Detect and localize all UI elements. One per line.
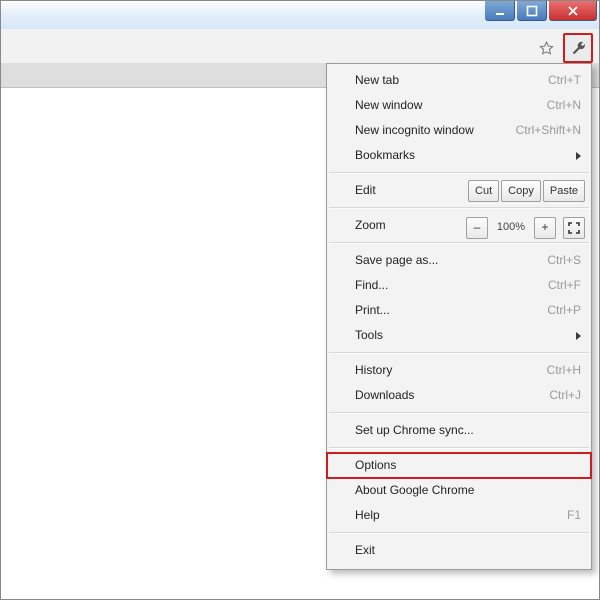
menu-shortcut: Ctrl+H bbox=[547, 358, 581, 383]
zoom-out-button[interactable]: – bbox=[466, 217, 488, 239]
menu-shortcut: Ctrl+T bbox=[548, 68, 581, 93]
menu-label: Tools bbox=[355, 328, 383, 342]
menu-separator bbox=[329, 447, 589, 449]
menu-label: New incognito window bbox=[355, 123, 474, 137]
menu-item-print[interactable]: Print... Ctrl+P bbox=[327, 298, 591, 323]
zoom-level: 100% bbox=[491, 215, 531, 240]
window-titlebar bbox=[1, 1, 599, 30]
menu-label: Help bbox=[355, 508, 380, 522]
menu-shortcut: F1 bbox=[567, 503, 581, 528]
minimize-button[interactable] bbox=[485, 1, 515, 21]
menu-label: Find... bbox=[355, 278, 388, 292]
menu-label: Bookmarks bbox=[355, 148, 415, 162]
paste-button[interactable]: Paste bbox=[543, 180, 585, 202]
menu-item-exit[interactable]: Exit bbox=[327, 538, 591, 563]
submenu-arrow-icon bbox=[576, 332, 581, 340]
menu-shortcut: Ctrl+P bbox=[547, 298, 581, 323]
menu-item-bookmarks[interactable]: Bookmarks bbox=[327, 143, 591, 168]
submenu-arrow-icon bbox=[576, 152, 581, 160]
menu-label: Edit bbox=[355, 183, 376, 197]
copy-button[interactable]: Copy bbox=[501, 180, 541, 202]
menu-item-new-tab[interactable]: New tab Ctrl+T bbox=[327, 68, 591, 93]
menu-label: Options bbox=[355, 458, 396, 472]
menu-label: Exit bbox=[355, 543, 375, 557]
menu-label: Downloads bbox=[355, 388, 414, 402]
bookmark-star-icon[interactable] bbox=[533, 35, 559, 61]
menu-shortcut: Ctrl+N bbox=[547, 93, 581, 118]
menu-shortcut: Ctrl+F bbox=[548, 273, 581, 298]
zoom-in-button[interactable]: + bbox=[534, 217, 556, 239]
menu-separator bbox=[329, 412, 589, 414]
menu-label: Zoom bbox=[355, 218, 386, 232]
menu-item-find[interactable]: Find... Ctrl+F bbox=[327, 273, 591, 298]
fullscreen-icon bbox=[568, 222, 580, 234]
maximize-button[interactable] bbox=[517, 1, 547, 21]
menu-item-edit: Edit Cut Copy Paste bbox=[327, 178, 591, 203]
menu-separator bbox=[329, 242, 589, 244]
menu-label: New window bbox=[355, 98, 422, 112]
menu-item-help[interactable]: Help F1 bbox=[327, 503, 591, 528]
menu-separator bbox=[329, 352, 589, 354]
menu-item-zoom: Zoom – 100% + bbox=[327, 213, 591, 238]
menu-separator bbox=[329, 172, 589, 174]
wrench-menu: New tab Ctrl+T New window Ctrl+N New inc… bbox=[326, 63, 592, 570]
menu-item-history[interactable]: History Ctrl+H bbox=[327, 358, 591, 383]
menu-separator bbox=[329, 532, 589, 534]
wrench-menu-button[interactable] bbox=[563, 33, 593, 63]
menu-shortcut: Ctrl+Shift+N bbox=[516, 118, 581, 143]
menu-shortcut: Ctrl+J bbox=[549, 383, 581, 408]
menu-label: Print... bbox=[355, 303, 390, 317]
menu-item-new-incognito[interactable]: New incognito window Ctrl+Shift+N bbox=[327, 118, 591, 143]
menu-item-tools[interactable]: Tools bbox=[327, 323, 591, 348]
menu-item-save-page[interactable]: Save page as... Ctrl+S bbox=[327, 248, 591, 273]
menu-shortcut: Ctrl+S bbox=[547, 248, 581, 273]
menu-separator bbox=[329, 207, 589, 209]
browser-toolbar bbox=[1, 29, 599, 64]
menu-label: About Google Chrome bbox=[355, 483, 474, 497]
cut-button[interactable]: Cut bbox=[468, 180, 499, 202]
fullscreen-button[interactable] bbox=[563, 217, 585, 239]
menu-label: Save page as... bbox=[355, 253, 438, 267]
menu-label: Set up Chrome sync... bbox=[355, 423, 474, 437]
close-button[interactable] bbox=[549, 1, 597, 21]
menu-label: History bbox=[355, 363, 392, 377]
menu-item-about[interactable]: About Google Chrome bbox=[327, 478, 591, 503]
menu-item-new-window[interactable]: New window Ctrl+N bbox=[327, 93, 591, 118]
menu-item-downloads[interactable]: Downloads Ctrl+J bbox=[327, 383, 591, 408]
menu-item-options[interactable]: Options bbox=[327, 453, 591, 478]
menu-label: New tab bbox=[355, 73, 399, 87]
menu-item-sync[interactable]: Set up Chrome sync... bbox=[327, 418, 591, 443]
